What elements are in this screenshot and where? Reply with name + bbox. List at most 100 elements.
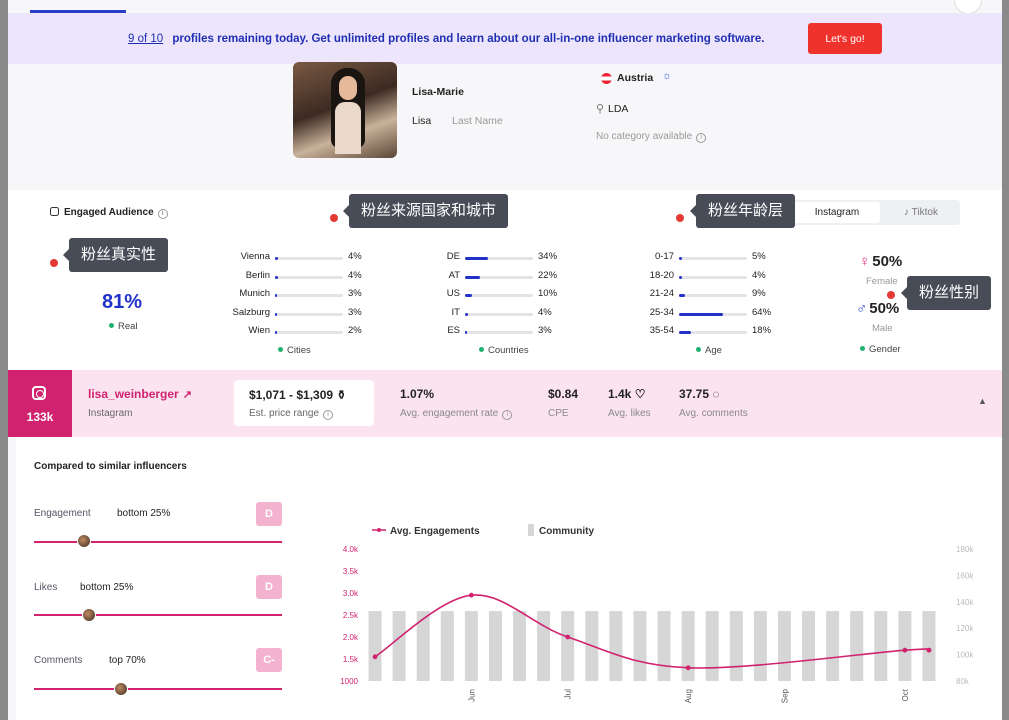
tab-tiktok[interactable]: ♪ Tiktok — [886, 202, 956, 223]
age-label: 18-20 — [649, 269, 674, 281]
age-tooltip: 粉丝年龄层 — [689, 194, 796, 228]
engagement-point — [372, 654, 378, 660]
country-label: US — [446, 288, 460, 300]
profiles-count-link[interactable]: 9 of 10 — [128, 33, 163, 45]
metric-label-likes: Likes — [34, 582, 58, 593]
authenticity-marker[interactable] — [50, 259, 58, 267]
city-row: Munich 3% — [220, 288, 382, 302]
metric-value-engagement: bottom 25% — [117, 508, 171, 519]
price-range-label: Est. price range i — [249, 408, 334, 420]
username-link[interactable]: lisa_weinberger ↗ — [88, 387, 192, 401]
community-bar — [922, 611, 936, 681]
community-bar — [633, 611, 647, 681]
last-name-field[interactable]: Last Name — [452, 115, 503, 127]
location-marker[interactable] — [330, 214, 338, 222]
profile-name: Lisa-Marie — [412, 86, 464, 98]
community-bar — [898, 611, 912, 681]
y-right-tick-label: 140k — [956, 598, 974, 607]
age-caption: Age — [696, 345, 722, 356]
profile-language: LDA — [608, 103, 629, 115]
age-marker[interactable] — [676, 214, 684, 222]
male-pct: 50% — [869, 300, 900, 317]
community-bar — [392, 611, 406, 681]
account-summary-row[interactable]: 133k lisa_weinberger ↗ Instagram $1,071 -… — [8, 370, 1002, 437]
first-name[interactable]: Lisa — [412, 115, 431, 127]
info-icon[interactable]: i — [696, 133, 707, 143]
tab-instagram[interactable]: Instagram — [794, 202, 880, 223]
lets-go-button[interactable]: Let's go! — [808, 23, 882, 54]
x-tick-label: Jun — [467, 689, 476, 702]
city-label: Wien — [248, 325, 270, 337]
likes-value: 1.4k — [608, 387, 632, 401]
country-bar-fill — [465, 312, 468, 316]
y-left-tick-label: 1.5k — [343, 655, 359, 664]
community-bar — [657, 611, 671, 681]
external-link-icon[interactable]: ↗ — [183, 389, 192, 401]
info-icon[interactable]: i — [157, 209, 168, 219]
engaged-audience-label: Engaged Audience — [64, 207, 154, 218]
city-bar-fill — [275, 312, 278, 316]
legend-label: Avg. Engagements — [390, 526, 480, 537]
community-bar — [753, 611, 767, 681]
female-icon: ♀ — [859, 253, 871, 270]
banner-message: 9 of 10 profiles remaining today. Get un… — [128, 33, 765, 45]
community-bar — [368, 611, 382, 681]
age-row: 0-17 5% — [636, 251, 786, 265]
age-label: 21-24 — [649, 288, 674, 300]
gender-label: Gender — [869, 344, 901, 355]
grade-badge-engagement: D — [256, 502, 282, 526]
country-bar — [465, 257, 533, 260]
engagement-slider-knob[interactable] — [76, 534, 91, 548]
city-bar — [275, 294, 343, 298]
metric-value-likes: bottom 25% — [80, 582, 134, 593]
likes-slider-knob[interactable] — [81, 608, 96, 622]
followers-count: 133k — [26, 410, 54, 424]
cpe-label: CPE — [548, 408, 569, 419]
comparison-section: Compared to similar influencers Engageme… — [16, 437, 1002, 720]
community-bar — [802, 611, 816, 681]
green-dot-icon — [278, 347, 283, 352]
info-icon[interactable]: i — [502, 410, 513, 420]
community-bar — [609, 611, 623, 681]
age-bar-fill — [679, 257, 683, 260]
close-button[interactable] — [954, 0, 982, 14]
avg-likes: 1.4k ♡ — [608, 387, 645, 401]
country-bar — [465, 331, 533, 335]
profile-country: Austria — [617, 72, 654, 84]
y-left-tick-label: 3.5k — [343, 567, 359, 576]
city-bar-fill — [275, 275, 278, 279]
city-label: Vienna — [240, 251, 270, 262]
comments-slider-knob[interactable] — [113, 682, 128, 696]
country-row: AT 22% — [420, 270, 572, 284]
country-bar-fill — [465, 257, 489, 260]
y-left-tick-label: 2.5k — [343, 611, 359, 620]
countries-label: Countries — [488, 345, 529, 356]
country-bar-fill — [465, 294, 472, 298]
age-bar-fill — [679, 331, 692, 335]
female-label: Female — [866, 276, 898, 287]
collapse-icon[interactable]: ▲ — [978, 396, 987, 406]
city-bar — [275, 312, 343, 316]
grade-badge-likes: D — [256, 575, 282, 599]
money-bag-icon: ⚱ — [336, 388, 347, 402]
community-bar — [513, 611, 527, 681]
engaged-audience-title: Engaged Audience i — [50, 207, 168, 219]
age-bar — [679, 312, 747, 316]
info-icon[interactable]: i — [323, 410, 334, 420]
male-icon: ♂ — [856, 300, 868, 317]
gender-caption: Gender — [860, 344, 901, 355]
engagement-slider-track — [34, 541, 282, 543]
age-pct: 5% — [752, 251, 766, 262]
lightbulb-icon[interactable]: ☼ — [662, 70, 672, 82]
age-bar-fill — [679, 294, 686, 298]
y-left-tick-label: 1000 — [340, 677, 358, 686]
comparison-title: Compared to similar influencers — [34, 461, 187, 472]
username[interactable]: lisa_weinberger — [88, 387, 179, 401]
countries-caption: Countries — [479, 345, 529, 356]
city-row: Berlin 4% — [220, 270, 382, 284]
location-pin-icon: ⚲ — [596, 103, 605, 115]
legend-bar-marker — [528, 524, 534, 536]
gender-marker[interactable] — [887, 291, 895, 299]
age-bar — [679, 275, 747, 279]
country-label: AT — [448, 269, 460, 281]
